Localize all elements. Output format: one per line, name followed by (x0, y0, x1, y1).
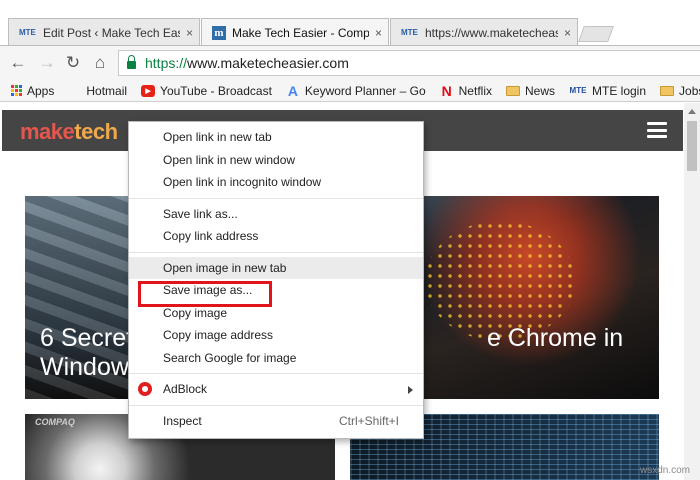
page-scrollbar[interactable] (684, 103, 700, 480)
browser-toolbar: ← → ↻ ⌂ https://www.maketecheasier.com (0, 46, 700, 80)
bookmark-label: Netflix (458, 83, 492, 98)
bookmark-label: Jobs (679, 83, 700, 98)
bookmark-hotmail[interactable]: Hotmail (68, 84, 127, 98)
menu-item-adblock[interactable]: AdBlock (129, 378, 423, 401)
tab-close-icon[interactable]: × (186, 26, 193, 40)
tab-edit-post[interactable]: MTE Edit Post ‹ Make Tech Eas × (8, 18, 200, 46)
logo-make: make (20, 119, 75, 144)
folder-icon (505, 85, 520, 96)
tab-make-tech-easier[interactable]: m Make Tech Easier - Comp × (201, 18, 389, 46)
bookmark-keyword-planner[interactable]: A Keyword Planner – Go (286, 82, 426, 99)
reload-icon[interactable]: ↻ (63, 53, 83, 73)
bookmark-label: MTE login (592, 83, 647, 98)
tab-close-icon[interactable]: × (564, 26, 571, 40)
url-scheme: https:// (145, 55, 188, 71)
menu-item-copy-link-address[interactable]: Copy link address (129, 225, 423, 248)
menu-separator (129, 197, 423, 199)
address-bar[interactable]: https://www.maketecheasier.com (118, 50, 700, 76)
bookmark-mte-login[interactable]: MTE MTE login (569, 84, 646, 98)
netflix-icon: N (441, 82, 452, 99)
url-host: www.maketecheasier.com (187, 55, 349, 71)
bookmark-youtube[interactable]: ▶ YouTube - Broadcast (141, 84, 272, 98)
menu-item-label: Inspect (163, 413, 202, 428)
highlight-box (138, 281, 272, 307)
tab-title: https://www.maketecheas (425, 25, 558, 40)
mte-icon: MTE (569, 86, 587, 95)
menu-item-save-link-as[interactable]: Save link as... (129, 203, 423, 226)
hero-title-line1-right: e Chrome in (487, 324, 624, 352)
menu-separator (129, 251, 423, 253)
hero-title-line1-left: 6 Secret (40, 324, 134, 352)
menu-separator (129, 373, 423, 374)
apps-grid-icon (10, 84, 22, 97)
menu-item-copy-image-address[interactable]: Copy image address (129, 324, 423, 347)
menu-item-open-link-incognito[interactable]: Open link in incognito window (129, 171, 423, 194)
tab-title: Make Tech Easier - Comp (232, 25, 369, 40)
bookmark-label: Hotmail (86, 83, 128, 98)
google-ads-icon: A (287, 82, 298, 99)
watermark: wsxdn.com (639, 465, 690, 476)
bookmark-netflix[interactable]: N Netflix (440, 82, 492, 99)
context-menu: Open link in new tab Open link in new wi… (128, 121, 424, 439)
tab-maketecheasier-url[interactable]: MTE https://www.maketecheas × (390, 18, 578, 46)
scroll-up-arrow-icon[interactable] (688, 109, 696, 114)
site-logo[interactable]: maketech (20, 119, 118, 145)
back-arrow-icon[interactable]: ← (8, 53, 28, 73)
logo-tech: tech (74, 119, 118, 144)
submenu-arrow-icon (408, 386, 413, 394)
speaker-grille-photo (425, 221, 575, 341)
menu-item-open-link-new-window[interactable]: Open link in new window (129, 149, 423, 172)
folder-icon (660, 85, 675, 96)
menu-separator (129, 404, 423, 406)
bookmark-apps[interactable]: Apps (10, 84, 54, 98)
microsoft-logo-icon (68, 84, 81, 97)
scrollbar-thumb[interactable] (687, 121, 697, 171)
lock-icon (127, 55, 136, 69)
bookmarks-bar: Apps Hotmail ▶ YouTube - Broadcast A Key… (0, 80, 700, 102)
forward-arrow-icon[interactable]: → (37, 53, 57, 73)
youtube-icon: ▶ (141, 84, 156, 97)
compaq-brand-label: COMPAQ (35, 417, 75, 427)
tab-title: Edit Post ‹ Make Tech Eas (43, 25, 180, 40)
menu-item-shortcut: Ctrl+Shift+I (338, 413, 399, 428)
menu-item-inspect[interactable]: Inspect Ctrl+Shift+I (129, 410, 423, 433)
menu-item-open-image-new-tab[interactable]: Open image in new tab (129, 256, 423, 279)
menu-item-open-link-new-tab[interactable]: Open link in new tab (129, 126, 423, 149)
bookmark-label: Keyword Planner – Go (304, 83, 426, 98)
tab-close-icon[interactable]: × (375, 26, 382, 40)
new-tab-button[interactable] (578, 26, 614, 42)
hamburger-menu-icon[interactable] (647, 122, 667, 138)
adblock-icon (138, 382, 152, 396)
bookmark-label: YouTube - Broadcast (160, 83, 272, 98)
mte-favicon-icon: MTE (401, 28, 418, 37)
home-icon[interactable]: ⌂ (90, 53, 110, 73)
bookmark-label: News (524, 83, 555, 98)
menu-item-label: AdBlock (163, 382, 208, 396)
m-favicon-icon: m (212, 25, 226, 40)
mte-favicon-icon: MTE (19, 28, 36, 37)
tab-strip: MTE Edit Post ‹ Make Tech Eas × m Make T… (0, 0, 700, 46)
bookmark-news[interactable]: News (505, 83, 555, 98)
menu-item-search-google-image[interactable]: Search Google for image (129, 347, 423, 370)
bookmark-jobs[interactable]: Jobs (660, 84, 700, 98)
bookmark-label: Apps (27, 83, 55, 98)
